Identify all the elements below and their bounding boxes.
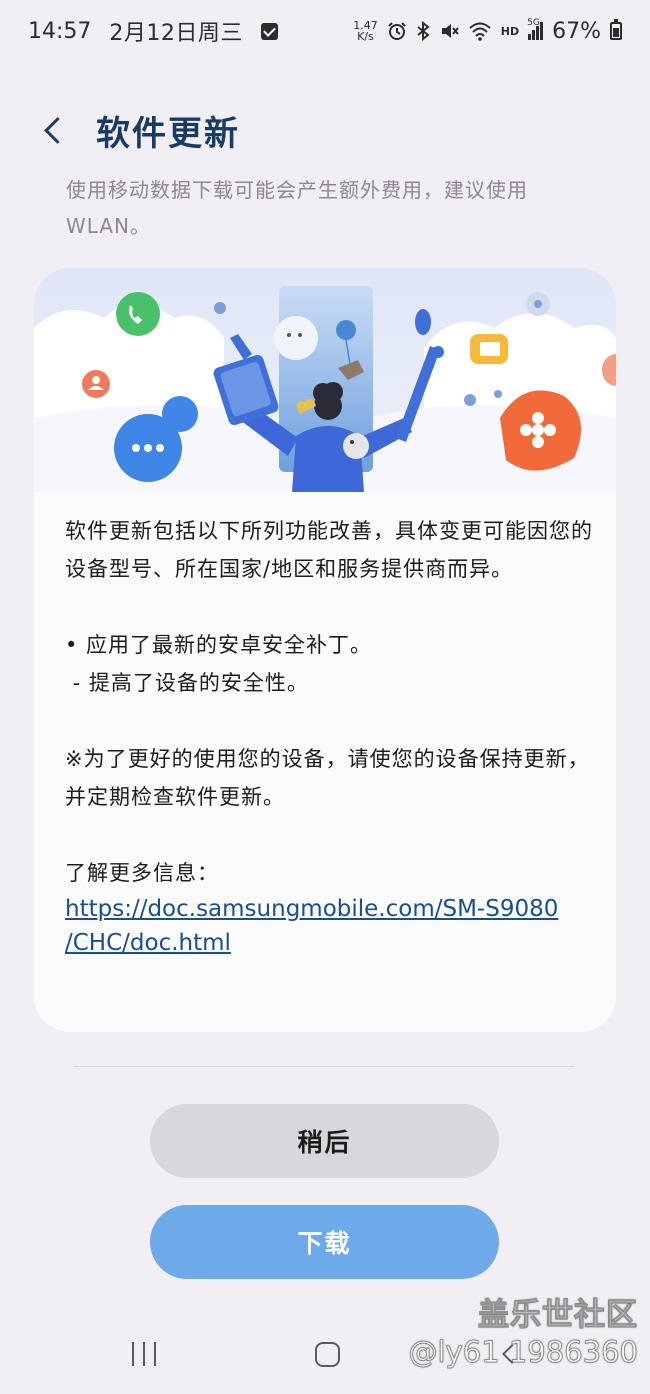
more-info-link-line1[interactable]: https://doc.samsungmobile.com/SM-S9080 xyxy=(65,892,595,926)
alarm-icon xyxy=(388,22,406,40)
battery-icon xyxy=(610,19,622,40)
signal-label: 5G xyxy=(527,18,540,28)
wifi-icon xyxy=(469,22,491,41)
battery-level: 67% xyxy=(552,18,601,44)
download-button[interactable]: 下载 xyxy=(150,1205,499,1279)
status-time: 14:57 xyxy=(28,18,92,44)
recent-apps-icon[interactable] xyxy=(132,1342,160,1366)
update-info-card: 软件更新包括以下所列功能改善，具体变更可能因您的设备型号、所在国家/地区和服务提… xyxy=(34,268,616,1032)
mute-icon xyxy=(441,24,459,38)
update-intro: 软件更新包括以下所列功能改善，具体变更可能因您的设备型号、所在国家/地区和服务提… xyxy=(65,519,593,581)
home-icon[interactable] xyxy=(315,1342,340,1367)
network-label: HD xyxy=(500,24,520,38)
page-title: 软件更新 xyxy=(96,113,240,154)
status-bar: 14:57 2月12日周三 1.47 K/s HD 5G 67% xyxy=(0,0,650,62)
update-details: 软件更新包括以下所列功能改善，具体变更可能因您的设备型号、所在国家/地区和服务提… xyxy=(65,512,595,960)
divider xyxy=(74,1066,574,1067)
more-info-link-line2[interactable]: /CHC/doc.html xyxy=(65,926,595,960)
signal-icon: 5G xyxy=(527,18,544,40)
update-sub-bullet: - 提高了设备的安全性。 xyxy=(65,671,309,695)
net-speed: 1.47 K/s xyxy=(353,20,378,42)
checkbox-icon xyxy=(260,22,278,40)
status-date: 2月12日周三 xyxy=(109,21,243,46)
watermark-community: 盖乐世社区 xyxy=(478,1297,638,1334)
page-header: 软件更新 xyxy=(40,104,240,156)
bluetooth-icon xyxy=(417,21,430,41)
watermark-user: @ly61 1986360 xyxy=(408,1335,638,1370)
more-info-label: 了解更多信息： xyxy=(65,861,219,885)
update-note: ※为了更好的使用您的设备，请使您的设备保持更新，并定期检查软件更新。 xyxy=(65,747,590,809)
update-illustration xyxy=(34,268,616,492)
net-speed-unit: K/s xyxy=(357,30,374,43)
mobile-data-notice: 使用移动数据下载可能会产生额外费用，建议使用WLAN。 xyxy=(66,178,528,238)
back-chevron-icon[interactable] xyxy=(40,110,68,150)
update-bullet: • 应用了最新的安卓安全补丁。 xyxy=(65,633,373,657)
later-button[interactable]: 稍后 xyxy=(150,1104,499,1178)
